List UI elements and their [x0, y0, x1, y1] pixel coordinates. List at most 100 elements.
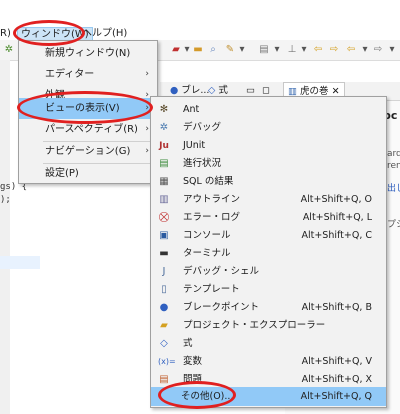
view-item-shortcut: Alt+Shift+Q, Q	[300, 391, 372, 402]
panel-text: ard	[387, 149, 400, 159]
editor-gutter	[0, 60, 10, 414]
folder-icon[interactable]: ▬	[192, 44, 204, 56]
view-item-console[interactable]: ▣ コンソール Alt+Shift+Q, C	[151, 227, 386, 245]
template-icon: ▯	[161, 284, 167, 295]
view-item-label: プロジェクト・エクスプローラー	[183, 320, 326, 331]
dropdown-icon[interactable]: ▾	[298, 44, 310, 56]
debug-icon: ✲	[159, 122, 169, 133]
menu-item-perspective[interactable]: パースペクティブ(R) ›	[19, 119, 157, 140]
view-item-terminal[interactable]: ▬ ターミナル	[151, 245, 386, 263]
view-item-shortcut: Alt+Shift+Q, C	[301, 230, 372, 241]
search-icon[interactable]: ⌕	[207, 44, 219, 56]
breakpoint-icon: ●	[170, 85, 179, 96]
view-item-label: アウトライン	[183, 194, 241, 205]
menu-item-label: パースペクティブ(R)	[45, 124, 138, 135]
panel-text: ren	[387, 161, 400, 171]
window-menu: 新規ウィンドウ(N) エディター › 外観 › ビューの表示(V) › パースペクティ…	[18, 40, 158, 184]
pencil-icon[interactable]: ✎	[224, 44, 236, 56]
code-line: );	[0, 195, 11, 205]
annotation-icon[interactable]: ▤	[258, 44, 270, 56]
current-line-highlight	[0, 256, 40, 269]
menu-item-label: 新規ウィンドウ(N)	[45, 48, 131, 59]
debug-shell-icon: J	[162, 266, 166, 277]
expression-icon: ◇	[208, 85, 216, 96]
view-item-label: コンソール	[183, 230, 231, 241]
menu-item-label: ナビゲーション(G)	[45, 146, 131, 157]
view-item-other[interactable]: その他(O)... Alt+Shift+Q, Q	[151, 387, 386, 406]
chevron-right-icon: ›	[145, 146, 149, 156]
ant-icon: ✻	[159, 104, 169, 115]
sql-results-icon: ▦	[159, 176, 169, 187]
view-item-label: ブレークポイント	[183, 302, 260, 313]
error-log-icon: ⛒	[158, 212, 170, 223]
progress-icon: ▤	[159, 158, 169, 169]
breakpoint-icon: ●	[159, 302, 169, 313]
dropdown-icon[interactable]: ▾	[236, 44, 248, 56]
view-item-error-log[interactable]: ⛒ エラー・ログ Alt+Shift+Q, L	[151, 209, 386, 227]
view-item-label: 変数	[183, 356, 203, 367]
view-item-shortcut: Alt+Shift+Q, V	[301, 356, 372, 367]
view-item-debug[interactable]: ✲ デバッグ	[151, 119, 386, 137]
dropdown-icon[interactable]: ▾	[386, 44, 398, 56]
menu-help[interactable]: ヘルプ(H)	[82, 27, 127, 41]
terminal-icon: ▬	[159, 248, 169, 259]
view-item-label: その他(O)...	[181, 391, 234, 402]
forward-icon[interactable]: ⇨	[328, 44, 340, 56]
view-item-debug-shell[interactable]: J デバッグ・シェル	[151, 263, 386, 281]
previous-icon[interactable]: ⇦	[345, 44, 357, 56]
view-item-label: デバッグ・シェル	[183, 266, 260, 277]
chevron-right-icon: ›	[145, 69, 149, 79]
view-item-expressions[interactable]: ◇ 式	[151, 335, 386, 353]
expression-icon: ◇	[160, 338, 168, 349]
panel-link[interactable]: 出し	[387, 181, 400, 194]
panel-text: プシ	[387, 220, 400, 230]
view-item-label: エラー・ログ	[183, 212, 241, 223]
view-item-label: 式	[183, 338, 193, 349]
console-icon: ▣	[159, 230, 169, 241]
view-item-label: テンプレート	[183, 284, 240, 295]
gear-icon[interactable]: ✲	[3, 44, 15, 56]
tab-label: ブレ...	[181, 85, 210, 96]
menu-bar: R) ウィンドウ(W) ヘルプ(H)	[0, 0, 400, 41]
view-item-sql-results[interactable]: ▦ SQL の結果	[151, 173, 386, 191]
junit-icon: Ju	[159, 141, 169, 151]
menu-item-preferences[interactable]: 設定(P)	[19, 163, 157, 184]
problems-icon: ▤	[159, 374, 169, 385]
menu-item-label: エディター	[45, 69, 95, 80]
tab-label: 式	[218, 85, 228, 96]
next-icon[interactable]: ⇨	[372, 44, 384, 56]
dropdown-icon[interactable]: ▾	[359, 44, 371, 56]
view-item-templates[interactable]: ▯ テンプレート	[151, 281, 386, 299]
chevron-right-icon: ›	[145, 103, 149, 113]
menu-item-label: 設定(P)	[45, 168, 79, 179]
menu-partial-left[interactable]: R)	[0, 27, 11, 41]
outline-icon: ▥	[159, 194, 169, 205]
menu-item-editor[interactable]: エディター ›	[19, 64, 157, 85]
view-item-junit[interactable]: Ju JUnit	[151, 137, 386, 155]
menu-item-navigation[interactable]: ナビゲーション(G) ›	[19, 141, 157, 162]
menu-item-label: ビューの表示(V)	[45, 103, 120, 114]
pin-icon[interactable]: ⊥	[286, 44, 298, 56]
view-item-shortcut: Alt+Shift+Q, L	[302, 212, 372, 223]
view-item-shortcut: Alt+Shift+Q, B	[301, 302, 372, 313]
view-item-project-explorer[interactable]: ▰ プロジェクト・エクスプローラー	[151, 317, 386, 335]
view-item-label: JUnit	[183, 140, 206, 151]
view-item-label: Ant	[183, 104, 200, 115]
show-view-submenu: ✻ Ant ✲ デバッグ Ju JUnit ▤ 進行状況 ▦ SQL の結果 ▥ アウトライ…	[150, 96, 387, 408]
view-item-progress[interactable]: ▤ 進行状況	[151, 155, 386, 173]
view-item-ant[interactable]: ✻ Ant	[151, 101, 386, 119]
view-item-label: デバッグ	[183, 122, 222, 133]
variables-icon: (x)=	[158, 357, 176, 366]
view-item-breakpoints[interactable]: ● ブレークポイント Alt+Shift+Q, B	[151, 299, 386, 317]
view-item-outline[interactable]: ▥ アウトライン Alt+Shift+Q, O	[151, 191, 386, 209]
view-item-shortcut: Alt+Shift+Q, O	[300, 194, 372, 205]
view-item-variables[interactable]: (x)= 変数 Alt+Shift+Q, V	[151, 353, 386, 371]
back-icon[interactable]: ⇦	[312, 44, 324, 56]
dropdown-icon[interactable]: ▾	[271, 44, 283, 56]
view-item-label: 進行状況	[183, 158, 222, 169]
menu-item-new-window[interactable]: 新規ウィンドウ(N)	[19, 43, 157, 64]
view-item-label: ターミナル	[183, 248, 231, 259]
view-item-label: SQL の結果	[183, 176, 234, 187]
project-explorer-icon: ▰	[160, 320, 168, 331]
menu-item-show-view[interactable]: ビューの表示(V) ›	[19, 98, 157, 119]
